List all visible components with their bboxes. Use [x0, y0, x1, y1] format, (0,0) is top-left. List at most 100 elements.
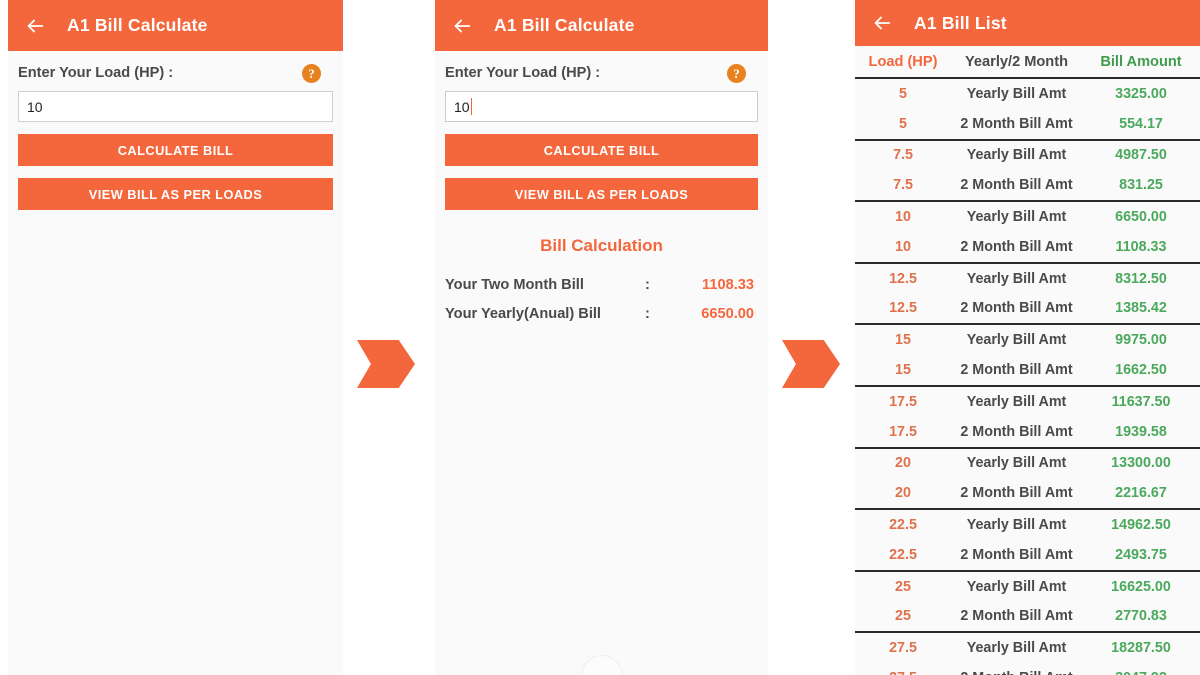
cell-period: Yearly Bill Amt [966, 640, 1067, 657]
table-row[interactable]: 5 2 Month Bill Amt 554.17 [855, 109, 1200, 139]
cell-period: Yearly Bill Amt [966, 270, 1067, 287]
calculate-bill-label: CALCULATE BILL [117, 142, 234, 158]
view-bill-as-per-loads-button[interactable]: VIEW BILL AS PER LOADS [18, 178, 333, 210]
question-mark-circle-icon[interactable]: ? [302, 63, 321, 83]
table-row[interactable]: 17.5 Yearly Bill Amt 11637.50 [855, 387, 1200, 417]
cell-amount: 554.17 [1119, 115, 1163, 132]
appbar-screen3: A1 Bill List [855, 0, 1200, 46]
result-row-yearly: Your Yearly(Anual) Bill : 6650.00 [445, 299, 758, 328]
bill-list-table: Load (HP) Yearly/2 Month Bill Amount 5 Ye… [855, 46, 1200, 675]
calculate-bill-label: CALCULATE BILL [543, 142, 660, 158]
calculate-bill-button[interactable]: CALCULATE BILL [445, 134, 758, 166]
screenshot-canvas: A1 Bill Calculate Enter Your Load (HP) :… [0, 0, 1200, 675]
cell-amount: 1662.50 [1115, 362, 1167, 379]
arrow-left-icon[interactable] [451, 15, 473, 37]
table-row[interactable]: 12.5 2 Month Bill Amt 1385.42 [855, 294, 1200, 324]
bill-calculation-title: Bill Calculation [540, 236, 663, 255]
load-label-row: Enter Your Load (HP) : ? [445, 51, 758, 91]
cell-amount: 2493.75 [1115, 546, 1167, 563]
cell-load: 22.5 [889, 517, 917, 534]
page-title: A1 Bill List [914, 12, 1007, 33]
cell-amount: 1108.33 [1115, 238, 1167, 255]
table-row[interactable]: 22.5 Yearly Bill Amt 14962.50 [855, 510, 1200, 540]
cell-load: 22.5 [889, 546, 917, 563]
table-row[interactable]: 22.5 2 Month Bill Amt 2493.75 [855, 540, 1200, 570]
load-input[interactable]: 10 [445, 91, 758, 122]
cell-amount: 13300.00 [1111, 455, 1171, 472]
view-bill-as-per-loads-button[interactable]: VIEW BILL AS PER LOADS [445, 178, 758, 210]
result-row-two-month: Your Two Month Bill : 1108.33 [445, 270, 758, 299]
cell-load: 25 [895, 608, 911, 625]
cell-period: Yearly Bill Amt [966, 209, 1067, 226]
load-field-label: Enter Your Load (HP) : [445, 65, 601, 81]
result-label: Your Two Month Bill [445, 276, 584, 293]
cell-amount: 8312.50 [1115, 270, 1167, 287]
cell-load: 17.5 [889, 393, 917, 410]
table-row[interactable]: 7.5 2 Month Bill Amt 831.25 [855, 170, 1200, 200]
home-indicator-ghost [580, 655, 623, 675]
result-value: 6650.00 [701, 305, 754, 322]
cell-load: 15 [895, 362, 911, 379]
cell-load: 15 [895, 332, 911, 349]
cell-period: 2 Month Bill Amt [960, 238, 1073, 255]
table-row[interactable]: 17.5 2 Month Bill Amt 1939.58 [855, 417, 1200, 447]
text-cursor [470, 98, 473, 115]
cell-period: Yearly Bill Amt [966, 393, 1067, 410]
arrow-left-icon[interactable] [871, 12, 893, 34]
arrow-left-icon[interactable] [24, 15, 46, 37]
table-row[interactable]: 25 2 Month Bill Amt 2770.83 [855, 602, 1200, 632]
table-row[interactable]: 7.5 Yearly Bill Amt 4987.50 [855, 141, 1200, 171]
load-input[interactable]: 10 [18, 91, 333, 122]
load-input-value: 10 [454, 98, 470, 115]
view-bill-label: VIEW BILL AS PER LOADS [88, 186, 263, 202]
cell-period: 2 Month Bill Amt [960, 608, 1073, 625]
table-row[interactable]: 15 2 Month Bill Amt 1662.50 [855, 355, 1200, 385]
cell-amount: 9975.00 [1115, 332, 1167, 349]
cell-period: Yearly Bill Amt [966, 578, 1067, 595]
question-mark-circle-icon[interactable]: ? [727, 63, 746, 83]
phone-screen-input: A1 Bill Calculate Enter Your Load (HP) :… [8, 0, 343, 675]
result-value: 1108.33 [702, 276, 754, 293]
cell-period: Yearly Bill Amt [966, 85, 1067, 102]
cell-period: 2 Month Bill Amt [960, 423, 1073, 440]
table-row[interactable]: 10 2 Month Bill Amt 1108.33 [855, 232, 1200, 262]
cell-amount: 831.25 [1119, 177, 1163, 194]
column-header-load: Load (HP) [868, 53, 938, 70]
cell-period: Yearly Bill Amt [966, 332, 1067, 349]
view-bill-label: VIEW BILL AS PER LOADS [514, 186, 689, 202]
cell-amount: 3047.92 [1082, 670, 1200, 675]
cell-period: Yearly Bill Amt [966, 147, 1067, 164]
table-row[interactable]: 12.5 Yearly Bill Amt 8312.50 [855, 264, 1200, 294]
load-input-value: 10 [27, 98, 43, 115]
result-separator: : [645, 305, 650, 322]
bill-calculation-section: Bill Calculation Your Two Month Bill : 1… [435, 236, 768, 328]
cell-load: 12.5 [889, 270, 917, 287]
table-row[interactable]: 15 Yearly Bill Amt 9975.00 [855, 325, 1200, 355]
cell-load: 7.5 [893, 147, 913, 164]
table-row[interactable]: 5 Yearly Bill Amt 3325.00 [855, 79, 1200, 109]
table-row[interactable]: 20 2 Month Bill Amt 2216.67 [855, 478, 1200, 508]
page-title: A1 Bill Calculate [67, 15, 208, 35]
cell-amount: 1939.58 [1115, 423, 1167, 440]
cell-load: 12.5 [889, 300, 917, 317]
table-header-row: Load (HP) Yearly/2 Month Bill Amount [855, 46, 1200, 77]
table-row[interactable]: 27.52 Month Bill Amt3047.92 [855, 663, 1200, 675]
appbar-screen1: A1 Bill Calculate [8, 0, 343, 51]
load-field-label: Enter Your Load (HP) : [18, 65, 174, 81]
cell-load: 20 [895, 455, 911, 472]
cell-period: 2 Month Bill Amt [960, 546, 1073, 563]
cell-load: 5 [899, 85, 907, 102]
cell-amount: 2216.67 [1115, 485, 1167, 502]
cell-period: 2 Month Bill Amt [960, 362, 1073, 379]
phone-screen-result: A1 Bill Calculate Enter Your Load (HP) :… [435, 0, 768, 675]
cell-period: Yearly Bill Amt [966, 455, 1067, 472]
cell-amount: 14962.50 [1111, 517, 1171, 534]
load-label-row: Enter Your Load (HP) : ? [18, 51, 333, 91]
table-row[interactable]: 25 Yearly Bill Amt 16625.00 [855, 572, 1200, 602]
table-row[interactable]: 10 Yearly Bill Amt 6650.00 [855, 202, 1200, 232]
result-separator: : [645, 276, 650, 293]
result-label: Your Yearly(Anual) Bill [445, 305, 601, 322]
table-row[interactable]: 27.5 Yearly Bill Amt 18287.50 [855, 633, 1200, 663]
table-row[interactable]: 20 Yearly Bill Amt 13300.00 [855, 449, 1200, 479]
calculate-bill-button[interactable]: CALCULATE BILL [18, 134, 333, 166]
